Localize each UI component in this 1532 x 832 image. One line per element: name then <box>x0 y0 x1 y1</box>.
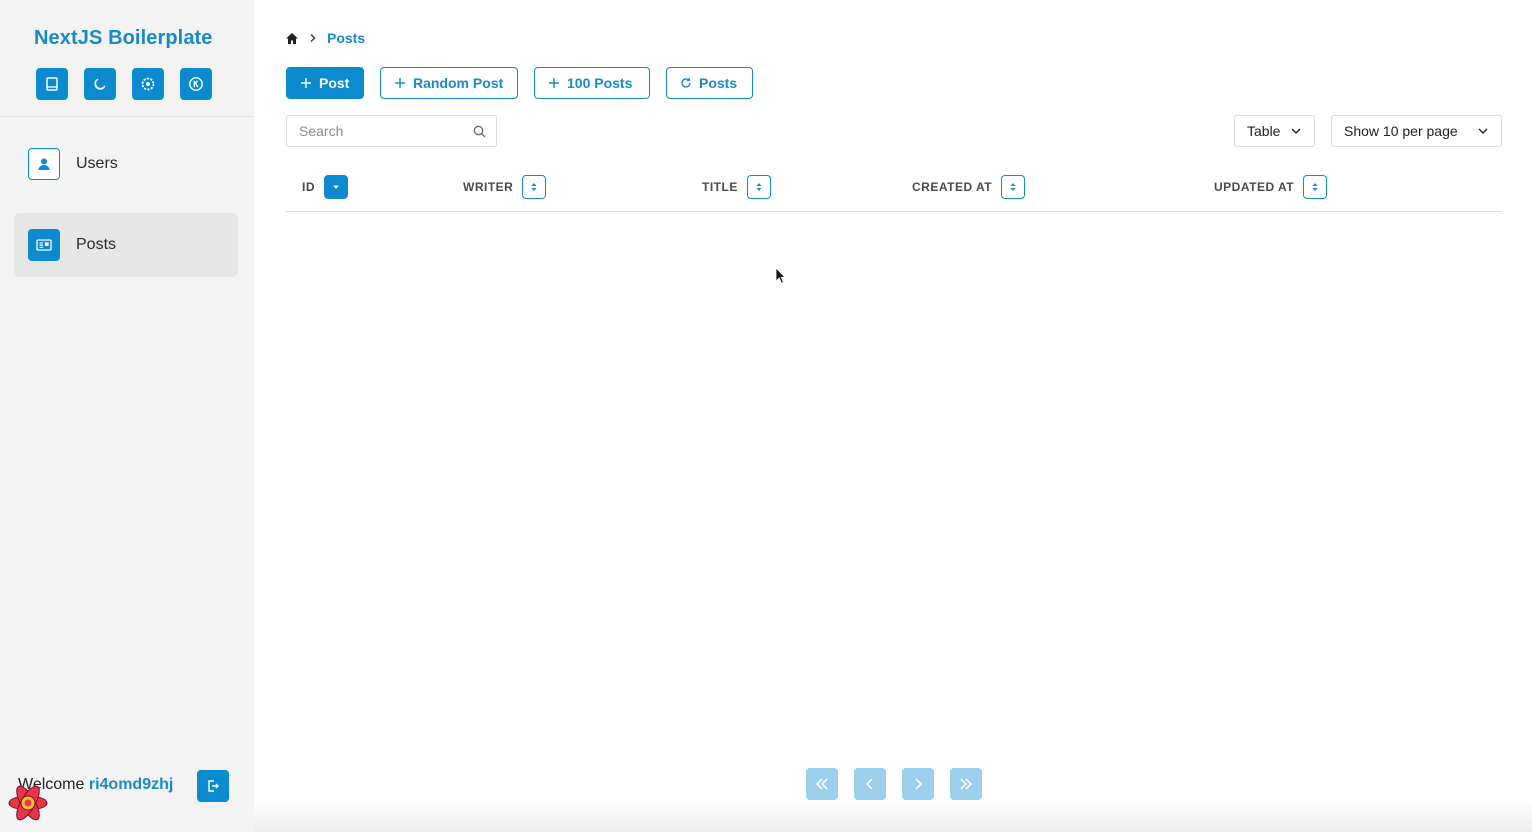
chevron-right-icon <box>310 34 316 42</box>
moon-icon <box>94 78 106 90</box>
quick-actions <box>36 68 212 100</box>
sort-icon <box>756 183 762 191</box>
logout-icon <box>208 780 219 792</box>
column-label: ID <box>302 180 315 194</box>
theme-toggle-button[interactable] <box>84 68 116 100</box>
view-mode-value: Table <box>1247 123 1281 139</box>
sort-button-title[interactable] <box>746 175 771 199</box>
chevron-right-icon <box>915 778 923 790</box>
sort-icon <box>1312 183 1318 191</box>
footer-shade <box>254 800 1532 832</box>
sort-button-id[interactable] <box>324 175 348 199</box>
refresh-posts-label: Posts <box>699 75 738 91</box>
column-header-updated-at: UPDATED AT <box>1214 175 1328 199</box>
prev-page-button[interactable] <box>854 768 886 800</box>
search-box <box>286 115 497 147</box>
chevron-down-icon <box>1478 128 1488 134</box>
logout-button[interactable] <box>197 770 229 802</box>
brand-title[interactable]: NextJS Boilerplate <box>34 27 213 50</box>
k-icon <box>189 77 203 91</box>
sort-button-writer[interactable] <box>522 175 547 199</box>
breadcrumb: Posts <box>285 30 365 46</box>
per-page-value: Show 10 per page <box>1344 123 1458 139</box>
search-input[interactable] <box>287 116 457 146</box>
k-button[interactable] <box>180 68 212 100</box>
sidebar-item-posts[interactable]: Posts <box>14 213 238 277</box>
chevron-left-icon <box>865 778 873 790</box>
book-icon <box>46 77 58 91</box>
view-mode-select[interactable]: Table <box>1234 115 1315 147</box>
sort-icon <box>531 183 537 191</box>
last-page-button[interactable] <box>950 768 982 800</box>
add-100-posts-label: 100 Posts <box>567 75 633 91</box>
column-header-created-at: CREATED AT <box>912 175 1026 199</box>
newspaper-icon <box>28 229 60 261</box>
column-label: TITLE <box>702 180 738 194</box>
breadcrumb-current[interactable]: Posts <box>327 30 365 46</box>
column-label: WRITER <box>463 180 514 194</box>
home-icon[interactable] <box>285 32 299 45</box>
plus-icon <box>301 78 311 88</box>
sidebar-item-label: Users <box>76 155 118 172</box>
per-page-select[interactable]: Show 10 per page <box>1331 115 1502 147</box>
gear-icon <box>141 77 155 91</box>
chevrons-right-icon <box>960 778 973 790</box>
column-label: CREATED AT <box>912 180 993 194</box>
chevron-down-icon <box>1291 128 1301 134</box>
sidebar-divider <box>0 116 254 117</box>
pagination <box>806 768 982 800</box>
sort-button-created-at[interactable] <box>1001 175 1026 199</box>
next-page-button[interactable] <box>902 768 934 800</box>
add-post-label: Post <box>319 75 350 91</box>
mouse-cursor-icon <box>775 267 786 284</box>
table-header: ID WRITER TITLE CREATED AT UPDATED AT <box>286 168 1502 212</box>
plus-icon <box>395 78 405 88</box>
docs-button[interactable] <box>36 68 68 100</box>
username: ri4omd9zhj <box>88 776 174 793</box>
column-header-id: ID <box>302 175 348 199</box>
add-100-posts-button[interactable]: 100 Posts <box>534 67 650 99</box>
first-page-button[interactable] <box>806 768 838 800</box>
react-devtools-icon[interactable] <box>6 781 50 825</box>
column-header-writer: WRITER <box>463 175 547 199</box>
search-icon[interactable] <box>473 125 486 138</box>
column-header-title: TITLE <box>702 175 771 199</box>
refresh-posts-button[interactable]: Posts <box>666 67 753 99</box>
column-label: UPDATED AT <box>1214 180 1295 194</box>
random-post-label: Random Post <box>413 75 504 91</box>
plus-icon <box>549 78 559 88</box>
sidebar-item-users[interactable]: Users <box>14 132 238 196</box>
app-root: NextJS Boilerplate Users Posts Welcome r… <box>0 0 1532 832</box>
user-icon <box>28 148 60 180</box>
chevrons-left-icon <box>815 778 828 790</box>
action-toolbar: Post Random Post 100 Posts Posts <box>286 67 753 99</box>
sidebar-item-label: Posts <box>76 236 117 253</box>
random-post-button[interactable]: Random Post <box>380 67 518 99</box>
refresh-icon <box>681 78 691 88</box>
add-post-button[interactable]: Post <box>286 67 364 99</box>
sort-icon <box>1010 183 1016 191</box>
settings-button[interactable] <box>132 68 164 100</box>
sort-desc-icon <box>333 185 339 189</box>
sidebar: NextJS Boilerplate Users Posts Welcome r… <box>0 0 254 832</box>
sort-button-updated-at[interactable] <box>1303 175 1328 199</box>
